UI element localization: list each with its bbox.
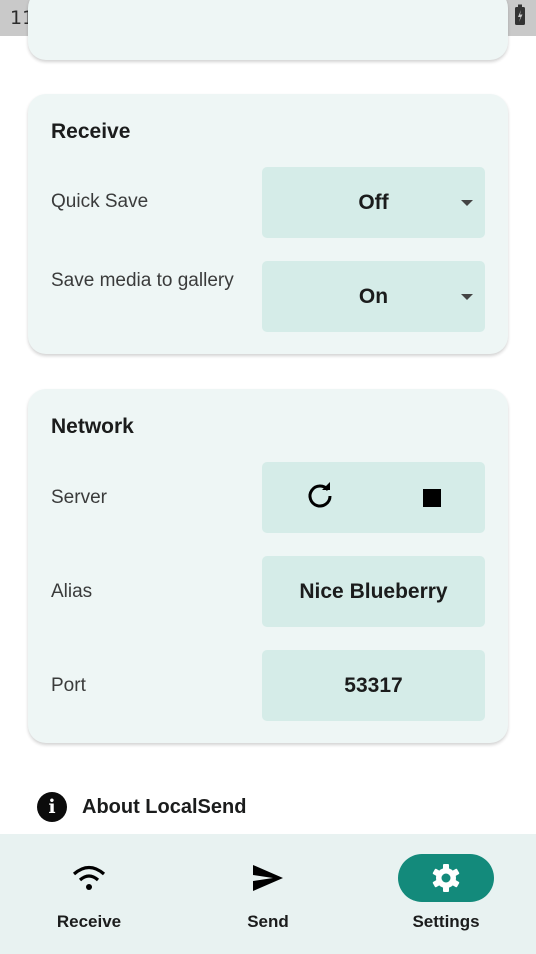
stop-icon[interactable]: [422, 488, 441, 507]
receive-section-title: Receive: [51, 120, 131, 143]
save-media-label: Save media to gallery: [51, 270, 234, 291]
alias-field[interactable]: Nice Blueberry: [262, 556, 485, 627]
info-icon: i: [37, 792, 67, 822]
port-field[interactable]: 53317: [262, 650, 485, 721]
restart-icon[interactable]: [306, 481, 334, 515]
dropdown-arrow-icon: [461, 294, 473, 300]
about-localsend-link[interactable]: i About LocalSend: [37, 792, 246, 822]
dropdown-arrow-icon: [461, 200, 473, 206]
nav-item-settings[interactable]: Settings: [366, 854, 526, 932]
quick-save-label: Quick Save: [51, 191, 149, 212]
save-media-value: On: [358, 284, 389, 308]
previous-settings-card: [28, 0, 508, 60]
bottom-navigation: Receive Send Settings: [0, 834, 536, 954]
send-icon: [220, 854, 316, 902]
server-label: Server: [51, 487, 107, 508]
save-media-dropdown[interactable]: On: [262, 261, 485, 332]
nav-item-send[interactable]: Send: [188, 854, 348, 932]
alias-label: Alias: [51, 581, 93, 602]
server-controls: [262, 462, 485, 533]
settings-screen: 11:52 A Receive Quick Save: [0, 0, 536, 954]
nav-label-send: Send: [247, 912, 289, 931]
network-section-title: Network: [51, 415, 134, 438]
network-settings-card: Network Server Alias Nice Blueberry Port…: [28, 389, 508, 743]
wifi-icon: [41, 854, 137, 902]
battery-icon: [514, 4, 526, 32]
quick-save-dropdown[interactable]: Off: [262, 167, 485, 238]
nav-item-receive[interactable]: Receive: [9, 854, 169, 932]
port-label: Port: [51, 675, 86, 696]
port-value: 53317: [344, 673, 403, 697]
quick-save-value: Off: [358, 190, 389, 214]
about-label: About LocalSend: [82, 795, 247, 818]
receive-settings-card: Receive Quick Save Off Save media to gal…: [28, 94, 508, 354]
nav-label-settings: Settings: [412, 912, 480, 931]
gear-icon: [398, 854, 494, 902]
alias-value: Nice Blueberry: [299, 579, 448, 603]
nav-label-receive: Receive: [56, 912, 122, 931]
